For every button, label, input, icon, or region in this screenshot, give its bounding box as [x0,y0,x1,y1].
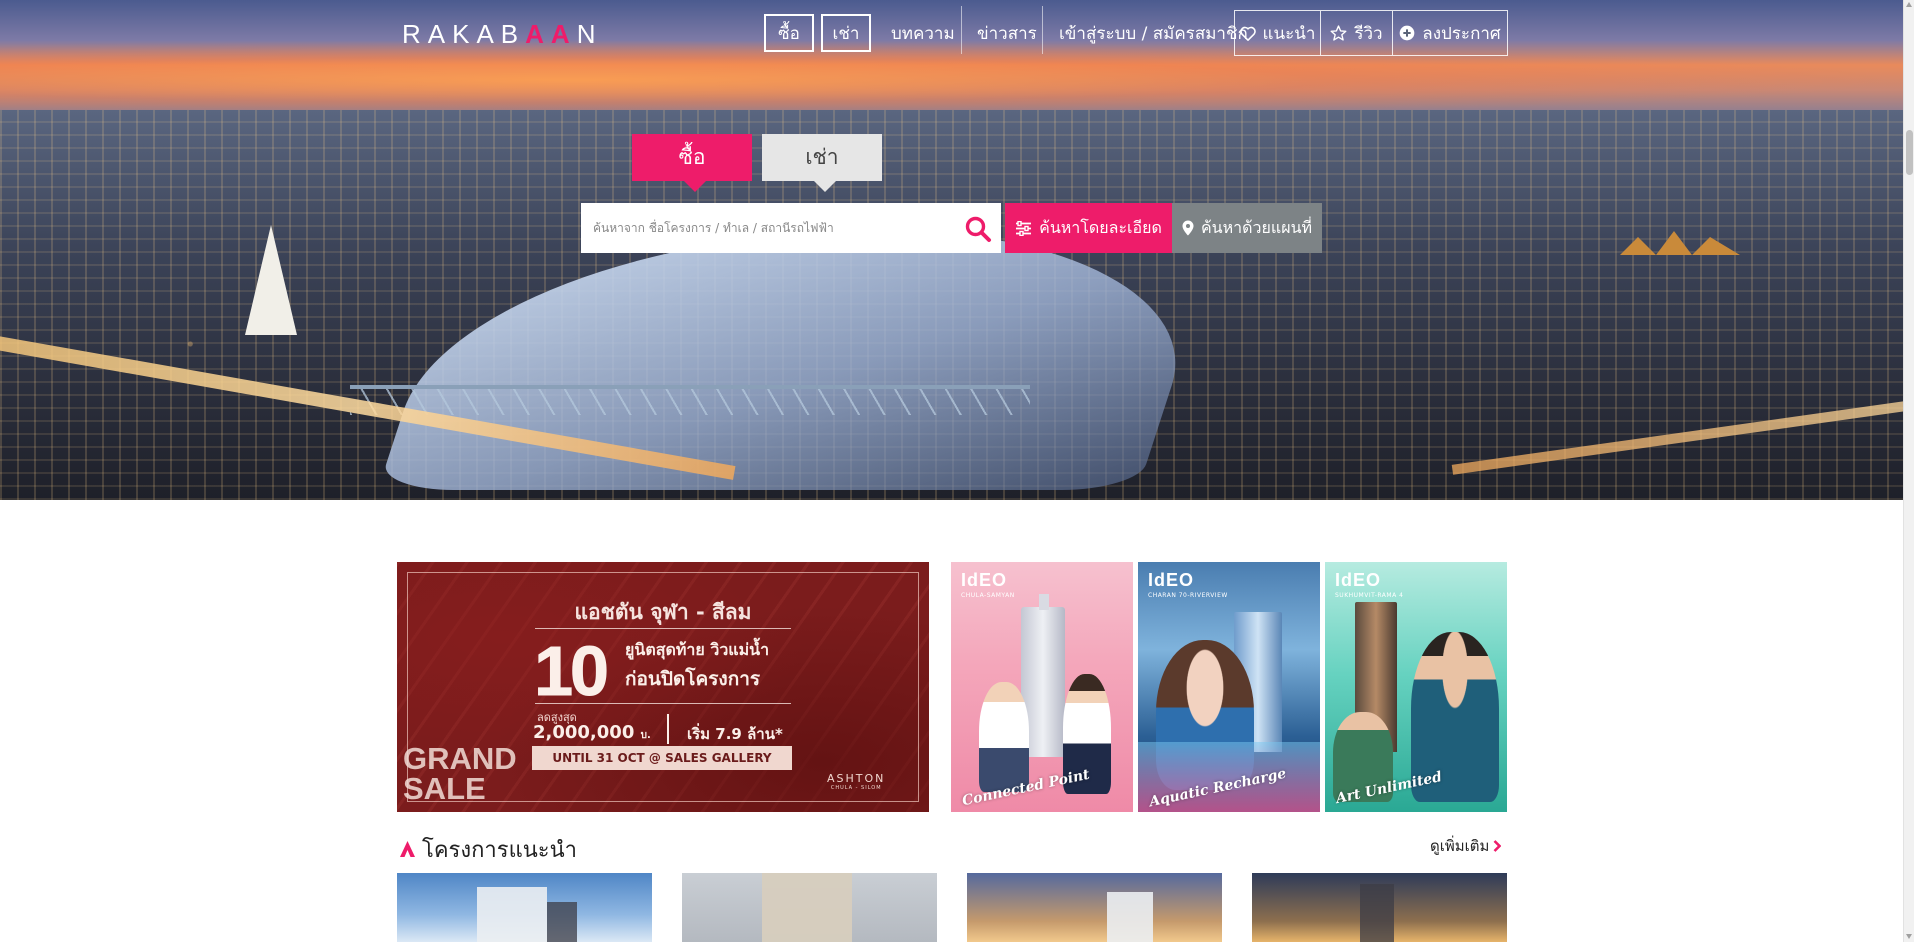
banner-divider-line [535,628,791,629]
pagoda [245,225,297,335]
banner-line1: ยูนิตสุดท้าย วิวแม่น้ำ [625,640,770,659]
map-search-button[interactable]: ค้นหาด้วยแผนที่ [1172,203,1322,253]
featured-projects-label: โครงการแนะนำ [422,837,578,863]
ideo-location: CHARAN 70-RIVERVIEW [1148,592,1228,599]
advanced-search-button[interactable]: ค้นหาโดยละเอียด [1005,203,1172,253]
nav-recommend-label: แนะนำ [1262,23,1316,44]
search-tab-rent[interactable]: เช่า [762,134,882,192]
banner-until-badge: UNTIL 31 OCT @ SALES GALLERY [532,746,792,770]
scroll-up-arrow-icon[interactable] [1906,2,1912,7]
logo-text-part1: RAKAB [402,18,526,49]
featured-projects-title: โครงการแนะนำ [400,834,577,864]
search-box [581,203,1001,253]
ideo-sukhumvit-rama4-banner[interactable]: IdEO SUKHUMVIT-RAMA 4 Art Unlimited [1325,562,1507,812]
see-more-label: ดูเพิ่มเติม [1430,837,1490,855]
page-scrollbar[interactable] [1903,0,1914,942]
ideo-location: CHULA-SAMYAN [961,592,1015,599]
ideo-charan-banner[interactable]: IdEO CHARAN 70-RIVERVIEW Aquatic Recharg… [1138,562,1320,812]
building-image [762,873,852,942]
nav-divider [1042,6,1043,54]
banner-start-price: เริ่ม 7.9 ล้าน* [687,725,783,743]
banner-discount-unit: บ. [640,730,651,741]
heart-icon [1239,26,1256,41]
banner-line2: ก่อนปิดโครงการ [625,668,761,690]
ideo-location: SUKHUMVIT-RAMA 4 [1335,592,1404,599]
banner-brand-sub: CHULA - SILOM [830,785,882,791]
ideo-logo: IdEO [961,570,1008,590]
advanced-search-label: ค้นหาโดยละเอียด [1039,217,1162,237]
nav-review-label: รีวิว [1354,23,1383,44]
project-card[interactable] [682,873,937,942]
banner-discount: 2,000,000 บ. [533,722,651,743]
banner-brand-name: ASHTON [827,772,886,785]
building-image [1107,892,1153,942]
site-logo[interactable]: RAKAB AA N [402,19,603,49]
ideo-logo: IdEO [1335,570,1382,590]
building-image [1360,884,1394,942]
chevron-right-icon [1493,840,1502,852]
nav-login-link[interactable]: เข้าสู่ระบบ / สมัครสมาชิก [1059,14,1248,52]
nav-rent-button[interactable]: เช่า [821,14,871,52]
building-image [547,902,577,942]
star-icon [1330,25,1347,41]
banner-big-number: 10 [534,632,610,711]
banner-vertical-divider [667,714,669,744]
ideo-chula-samyan-banner[interactable]: IdEO CHULA-SAMYAN Connected Point [951,562,1133,812]
project-card[interactable] [967,873,1222,942]
search-icon[interactable] [964,215,992,243]
scroll-thumb[interactable] [1906,130,1913,175]
sunset-glow [0,40,1903,120]
search-input[interactable] [581,204,951,252]
logo-text-part2: N [576,18,603,49]
page: RAKAB AA N ซื้อ เช่า บทความ ข่าวสาร เข้าสู… [0,0,1914,942]
tower-top [1039,594,1049,610]
nav-post-label: ลงประกาศ [1422,23,1501,44]
bridge [350,385,1030,415]
nav-review-button[interactable]: รีวิว [1321,11,1393,55]
nav-divider [961,6,962,54]
see-more-link[interactable]: ดูเพิ่มเติม [1430,834,1502,858]
banner-discount-value: 2,000,000 [533,722,635,743]
triangle-mark-icon [400,841,415,857]
banner-brand-logo: ASHTON CHULA - SILOM [827,772,885,791]
nav-action-group: แนะนำ รีวิว ลงประกาศ [1234,10,1508,56]
project-card[interactable] [1252,873,1507,942]
logo-accent: AA [525,18,577,49]
nav-news-link[interactable]: ข่าวสาร [977,14,1037,52]
sliders-icon [1015,220,1032,236]
banner-divider-line [535,703,791,704]
search-tab-buy[interactable]: ซื้อ [632,134,752,192]
person-illustration [979,682,1029,792]
map-pin-icon [1182,220,1194,236]
nav-buy-button[interactable]: ซื้อ [764,14,814,52]
nav-post-listing-button[interactable]: ลงประกาศ [1393,11,1507,55]
project-card[interactable] [397,873,652,942]
map-search-label: ค้นหาด้วยแผนที่ [1200,217,1313,237]
banner-grand-sale: GRAND SALE [403,741,517,806]
ideo-logo: IdEO [1148,570,1195,590]
ashton-promo-banner[interactable]: แอชตัน จุฬา - สีลม 10 ยูนิตสุดท้าย วิวแม… [397,562,929,812]
nav-recommend-button[interactable]: แนะนำ [1235,11,1321,55]
building-image [477,887,547,942]
banner-title: แอชตัน จุฬา - สีลม [574,600,752,624]
nav-articles-link[interactable]: บทความ [891,14,955,52]
plus-circle-icon [1399,25,1415,41]
scroll-down-arrow-icon[interactable] [1906,934,1912,939]
